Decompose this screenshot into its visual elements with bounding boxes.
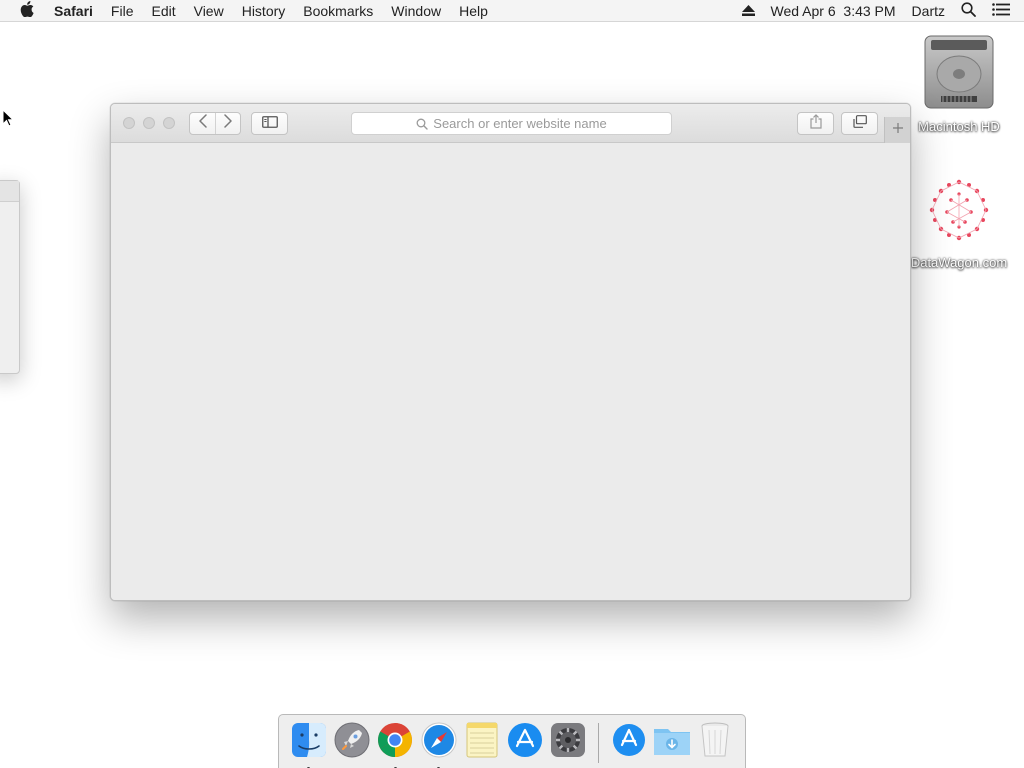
dock-item-app-store[interactable]	[503, 721, 546, 768]
navigation-buttons	[189, 112, 241, 135]
datawagon-icon	[921, 172, 997, 253]
desktop-icon-macintosh-hd[interactable]: Macintosh HD	[904, 32, 1014, 134]
share-icon	[809, 113, 822, 134]
menu-window[interactable]: Window	[382, 0, 450, 22]
app-store-icon	[506, 721, 544, 768]
tabs-overview-button[interactable]	[841, 112, 878, 135]
menu-bookmarks[interactable]: Bookmarks	[294, 0, 382, 22]
menu-view[interactable]: View	[185, 0, 233, 22]
sidebar-toggle-button[interactable]	[251, 112, 288, 135]
dock-item-system-preferences[interactable]	[547, 721, 590, 768]
eject-button[interactable]	[734, 0, 763, 22]
apple-icon	[20, 1, 34, 20]
new-tab-icon	[892, 121, 904, 139]
menu-user[interactable]: Dartz	[904, 0, 953, 22]
notes-icon	[463, 721, 501, 768]
back-button[interactable]	[190, 113, 215, 134]
dock-item-finder[interactable]	[287, 721, 330, 768]
spotlight-search-icon	[961, 1, 976, 20]
notification-center-icon	[992, 2, 1010, 19]
chrome-icon	[376, 721, 414, 768]
menu-bar: Safari File Edit View History Bookmarks …	[0, 0, 1024, 22]
safari-icon	[420, 721, 458, 768]
web-content-area[interactable]	[111, 143, 910, 600]
applications-stack-icon	[610, 721, 648, 768]
dock-item-downloads[interactable]	[650, 721, 693, 768]
dock-item-trash[interactable]	[694, 721, 737, 768]
mouse-cursor-icon	[2, 108, 15, 132]
background-window-titlebar	[0, 181, 19, 202]
close-window-button[interactable]	[123, 117, 135, 129]
background-window[interactable]	[0, 180, 20, 374]
dock-item-notes[interactable]	[460, 721, 503, 768]
safari-window: Search or enter website name	[110, 103, 911, 601]
tabs-overview-icon	[852, 114, 867, 133]
address-placeholder: Search or enter website name	[433, 116, 607, 131]
hard-drive-icon	[921, 32, 997, 117]
minimize-window-button[interactable]	[143, 117, 155, 129]
dock-item-safari[interactable]	[417, 721, 460, 768]
finder-icon	[290, 721, 328, 768]
window-controls	[123, 117, 175, 129]
address-search-field[interactable]: Search or enter website name	[351, 112, 672, 135]
menu-file[interactable]: File	[102, 0, 143, 22]
menu-help[interactable]: Help	[450, 0, 497, 22]
dock-item-launchpad[interactable]	[330, 721, 373, 768]
forward-button[interactable]	[215, 113, 240, 134]
spotlight-button[interactable]	[953, 0, 984, 22]
menu-edit[interactable]: Edit	[142, 0, 184, 22]
back-icon	[198, 114, 207, 133]
downloads-folder-icon	[652, 721, 692, 768]
desktop-icon-label: Macintosh HD	[918, 119, 1000, 134]
trash-icon	[698, 721, 732, 768]
safari-toolbar: Search or enter website name	[111, 104, 910, 143]
share-button[interactable]	[797, 112, 834, 135]
sidebar-icon	[261, 115, 278, 133]
eject-icon	[741, 3, 755, 19]
menu-clock[interactable]: Wed Apr 6 3:43 PM	[763, 0, 904, 22]
dock	[278, 714, 746, 768]
menu-history[interactable]: History	[233, 0, 295, 22]
dock-item-applications[interactable]	[607, 721, 650, 768]
notification-center-button[interactable]	[984, 0, 1024, 22]
dock-separator	[598, 723, 600, 763]
desktop-icon-datawagon[interactable]: DataWagon.com	[904, 172, 1014, 270]
menu-app-name[interactable]: Safari	[54, 0, 102, 22]
desktop-icon-label: DataWagon.com	[910, 255, 1008, 270]
dock-item-chrome[interactable]	[374, 721, 417, 768]
apple-menu-button[interactable]	[0, 0, 54, 22]
system-preferences-icon	[549, 721, 587, 768]
launchpad-icon	[333, 721, 371, 768]
zoom-window-button[interactable]	[163, 117, 175, 129]
forward-icon	[224, 114, 232, 133]
search-icon	[416, 118, 428, 130]
new-tab-button[interactable]	[884, 117, 910, 143]
